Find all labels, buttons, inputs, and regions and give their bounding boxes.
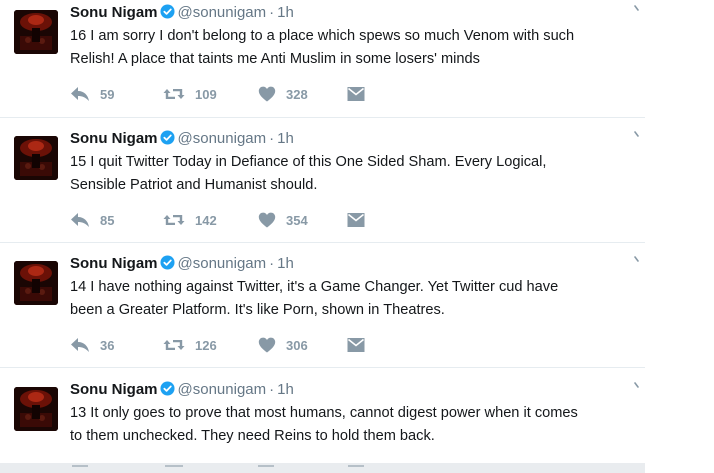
- meta-separator: ·: [269, 381, 275, 398]
- tweet[interactable]: Sonu Nigam @sonunigam · 1h 16 I am sorry I …: [0, 0, 645, 125]
- meta-separator: ·: [269, 4, 275, 21]
- avatar-image: [14, 136, 58, 180]
- heart-icon: [258, 212, 276, 228]
- reply-count: 36: [100, 337, 115, 353]
- reply-count: 85: [100, 212, 115, 228]
- reply-button[interactable]: 59: [70, 84, 114, 104]
- retweet-button[interactable]: 126: [163, 335, 217, 355]
- divider: [0, 367, 645, 368]
- tweet-text-line: to them unchecked. They need Reins to ho…: [70, 428, 435, 444]
- tweet-text-line: 16 I am sorry I don't belong to a place …: [70, 28, 575, 44]
- reply-icon: [71, 338, 89, 352]
- timestamp[interactable]: 1h: [277, 4, 294, 21]
- like-button[interactable]: 306: [258, 335, 308, 355]
- tweet[interactable]: Sonu Nigam @sonunigam · 1h 13 It only goes …: [0, 377, 645, 463]
- timestamp[interactable]: 1h: [277, 130, 294, 147]
- retweet-icon: [165, 465, 183, 467]
- next-tweet-actions-clipped: [0, 463, 645, 473]
- tweet[interactable]: Sonu Nigam @sonunigam · 1h 14 I have nothin…: [0, 251, 645, 376]
- avatar[interactable]: [14, 10, 58, 54]
- display-name[interactable]: Sonu Nigam: [70, 255, 158, 272]
- retweet-button[interactable]: 142: [163, 210, 217, 230]
- user-handle[interactable]: @sonunigam: [178, 4, 267, 21]
- tweet-text-line: 14 I have nothing against Twitter, it's …: [70, 279, 559, 295]
- tweet-actions: 36 126 306: [70, 335, 400, 355]
- verified-badge-icon: [159, 130, 175, 151]
- divider: [0, 242, 645, 243]
- avatar[interactable]: [14, 387, 58, 431]
- heart-icon: [258, 86, 276, 102]
- user-handle[interactable]: @sonunigam: [178, 255, 267, 272]
- user-handle[interactable]: @sonunigam: [178, 130, 267, 147]
- reply-button[interactable]: 36: [70, 335, 114, 355]
- display-name[interactable]: Sonu Nigam: [70, 381, 158, 398]
- retweet-count: 126: [195, 337, 217, 353]
- chevron-down-icon[interactable]: [632, 255, 642, 265]
- tweet-header: Sonu Nigam @sonunigam · 1h: [70, 3, 294, 23]
- display-name[interactable]: Sonu Nigam: [70, 4, 158, 21]
- like-count: 306: [286, 337, 308, 353]
- retweet-button[interactable]: 109: [163, 84, 217, 104]
- verified-badge-icon: [159, 4, 175, 25]
- timestamp[interactable]: 1h: [277, 381, 294, 398]
- reply-button[interactable]: 85: [70, 210, 114, 230]
- like-count: 354: [286, 212, 308, 228]
- avatar-image: [14, 261, 58, 305]
- verified-badge-icon: [159, 255, 175, 276]
- display-name[interactable]: Sonu Nigam: [70, 130, 158, 147]
- tweet-text-line: been a Greater Platform. It's like Porn,…: [70, 302, 445, 318]
- tweet-text: 15 I quit Twitter Today in Defiance of t…: [70, 151, 645, 197]
- direct-message-icon: [348, 465, 364, 467]
- meta-separator: ·: [269, 255, 275, 272]
- heart-icon: [258, 465, 274, 467]
- tweet-feed: Sonu Nigam @sonunigam · 1h 16 I am sorry I …: [0, 0, 714, 473]
- direct-message-icon: [347, 87, 365, 101]
- retweet-count: 109: [195, 86, 217, 102]
- timestamp[interactable]: 1h: [277, 255, 294, 272]
- tweet-text: 14 I have nothing against Twitter, it's …: [70, 276, 645, 322]
- avatar-image: [14, 387, 58, 431]
- tweet-actions: 59 109 328: [70, 84, 400, 104]
- like-count: 328: [286, 86, 308, 102]
- chevron-down-icon[interactable]: [632, 130, 642, 140]
- direct-message-button[interactable]: [347, 84, 365, 104]
- tweet-text-line: Relish! A place that taints me Anti Musl…: [70, 51, 480, 67]
- like-button[interactable]: 328: [258, 84, 308, 104]
- tweet-actions: 85 142 354: [70, 210, 400, 230]
- avatar[interactable]: [14, 136, 58, 180]
- tweet-text-line: 15 I quit Twitter Today in Defiance of t…: [70, 154, 547, 170]
- direct-message-button[interactable]: [347, 210, 365, 230]
- retweet-count: 142: [195, 212, 217, 228]
- user-handle[interactable]: @sonunigam: [178, 381, 267, 398]
- divider: [0, 117, 645, 118]
- tweet[interactable]: Sonu Nigam @sonunigam · 1h 15 I quit Twitte…: [0, 126, 645, 251]
- chevron-down-icon[interactable]: [632, 4, 642, 14]
- retweet-icon: [163, 340, 185, 350]
- retweet-icon: [163, 215, 185, 225]
- avatar-image: [14, 10, 58, 54]
- reply-icon: [71, 213, 89, 227]
- avatar[interactable]: [14, 261, 58, 305]
- tweet-header: Sonu Nigam @sonunigam · 1h: [70, 380, 294, 400]
- meta-separator: ·: [269, 130, 275, 147]
- tweet-text-line: Sensible Patriot and Humanist should.: [70, 177, 318, 193]
- like-button[interactable]: 354: [258, 210, 308, 230]
- tweet-header: Sonu Nigam @sonunigam · 1h: [70, 254, 294, 274]
- tweet-text: 16 I am sorry I don't belong to a place …: [70, 25, 645, 71]
- reply-icon: [72, 465, 88, 467]
- heart-icon: [258, 337, 276, 353]
- tweet-header: Sonu Nigam @sonunigam · 1h: [70, 129, 294, 149]
- chevron-down-icon[interactable]: [632, 381, 642, 391]
- reply-icon: [71, 87, 89, 101]
- direct-message-button[interactable]: [347, 335, 365, 355]
- direct-message-icon: [347, 338, 365, 352]
- tweet-text: 13 It only goes to prove that most human…: [70, 402, 645, 448]
- direct-message-icon: [347, 213, 365, 227]
- retweet-icon: [163, 89, 185, 99]
- tweet-text-line: 13 It only goes to prove that most human…: [70, 405, 578, 421]
- reply-count: 59: [100, 86, 115, 102]
- verified-badge-icon: [159, 381, 175, 402]
